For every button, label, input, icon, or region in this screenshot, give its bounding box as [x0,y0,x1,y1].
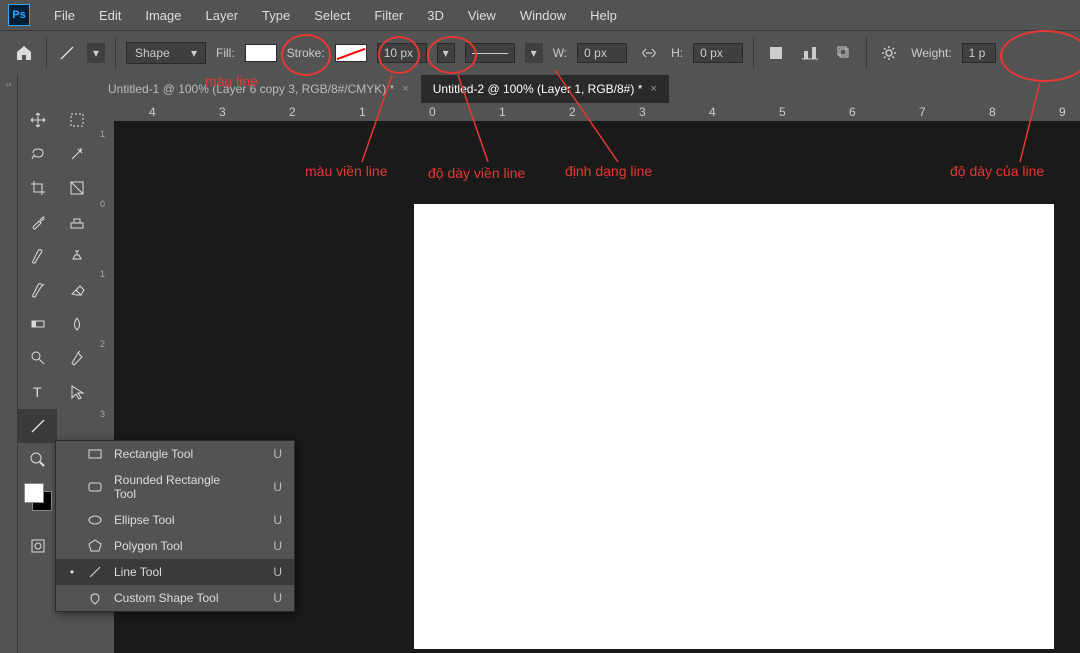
history-brush-tool[interactable] [18,273,57,307]
custom-shape-icon [86,591,104,605]
height-input[interactable] [693,43,743,63]
rounded-rectangle-tool-item[interactable]: Rounded Rectangle Tool U [56,467,294,507]
menu-select[interactable]: Select [314,8,350,23]
menu-file[interactable]: File [54,8,75,23]
menu-bar: Ps File Edit Image Layer Type Select Fil… [0,0,1080,30]
path-arrangement-icon[interactable] [832,41,856,65]
document-tabs: Untitled-1 @ 100% (Layer 6 copy 3, RGB/8… [96,75,1080,103]
eraser-tool[interactable] [57,273,96,307]
gear-icon[interactable] [877,41,901,65]
polygon-icon [86,539,104,553]
stroke-style-dropdown[interactable]: ▾ [525,43,543,63]
stroke-width-dropdown[interactable]: ▾ [437,43,455,63]
horizontal-ruler: 4 3 2 1 0 1 2 3 4 5 6 7 8 9 [96,103,1080,121]
healing-brush-tool[interactable] [57,205,96,239]
ellipse-tool-item[interactable]: Ellipse Tool U [56,507,294,533]
path-selection-tool[interactable] [57,375,96,409]
dodge-tool[interactable] [18,341,57,375]
shape-mode-select[interactable]: Shape ▾ [126,42,206,64]
menu-window[interactable]: Window [520,8,566,23]
menu-edit[interactable]: Edit [99,8,121,23]
gradient-tool[interactable] [18,307,57,341]
line-tool-item[interactable]: • Line Tool U [56,559,294,585]
options-bar: ▾ Shape ▾ Fill: Stroke: ▾ ▾ W: H: Weight… [0,30,1080,75]
polygon-tool-item[interactable]: Polygon Tool U [56,533,294,559]
chevron-down-icon: ▾ [191,46,197,60]
rectangle-icon [86,447,104,461]
fill-swatch[interactable] [245,44,277,62]
menu-3d[interactable]: 3D [427,8,444,23]
foreground-background-swatches[interactable] [24,483,54,513]
line-icon [86,565,104,579]
expand-panels-bar: ‹‹ [0,75,18,653]
rounded-rect-icon [86,480,104,494]
width-input[interactable] [577,43,627,63]
weight-label: Weight: [911,46,951,60]
width-label: W: [553,46,567,60]
shape-mode-label: Shape [135,46,170,60]
tab-untitled-2[interactable]: Untitled-2 @ 100% (Layer 1, RGB/8#) * × [421,75,669,103]
quick-mask-tool[interactable] [18,529,57,563]
ellipse-icon [86,513,104,527]
fill-label: Fill: [216,46,235,60]
tab-label: Untitled-2 @ 100% (Layer 1, RGB/8#) * [433,82,643,96]
canvas[interactable] [414,204,1054,649]
stroke-swatch[interactable] [335,44,367,62]
tab-label: Untitled-1 @ 100% (Layer 6 copy 3, RGB/8… [108,82,394,96]
line-tool-icon [57,43,77,63]
stroke-label: Stroke: [287,46,325,60]
menu-layer[interactable]: Layer [206,8,239,23]
menu-view[interactable]: View [468,8,496,23]
menu-filter[interactable]: Filter [374,8,403,23]
height-label: H: [671,46,683,60]
photoshop-icon: Ps [8,4,30,26]
shape-tool[interactable] [18,409,57,443]
eyedropper-tool[interactable] [18,205,57,239]
type-tool[interactable]: T [18,375,57,409]
pen-tool[interactable] [57,341,96,375]
menu-type[interactable]: Type [262,8,290,23]
rectangle-tool-item[interactable]: Rectangle Tool U [56,441,294,467]
marquee-tool[interactable] [57,103,96,137]
move-tool[interactable] [18,103,57,137]
stroke-width-input[interactable] [377,43,427,63]
hand-tool[interactable] [57,409,96,443]
crop-tool[interactable] [18,171,57,205]
path-alignment-icon[interactable] [798,41,822,65]
custom-shape-tool-item[interactable]: Custom Shape Tool U [56,585,294,611]
clone-stamp-tool[interactable] [57,239,96,273]
tab-untitled-1[interactable]: Untitled-1 @ 100% (Layer 6 copy 3, RGB/8… [96,75,421,103]
tool-preset-dropdown[interactable]: ▾ [87,43,105,63]
slice-tool[interactable] [57,171,96,205]
path-operations-icon[interactable] [764,41,788,65]
magic-wand-tool[interactable] [57,137,96,171]
close-icon[interactable]: × [650,83,656,95]
link-icon[interactable] [637,45,661,61]
expand-button[interactable]: ‹‹ [0,75,17,93]
brush-tool[interactable] [18,239,57,273]
home-icon[interactable] [12,41,36,65]
menu-image[interactable]: Image [145,8,181,23]
zoom-tool[interactable] [18,443,57,477]
svg-text:T: T [33,384,42,400]
shape-tool-flyout: Rectangle Tool U Rounded Rectangle Tool … [55,440,295,612]
close-icon[interactable]: × [402,83,408,95]
foreground-swatch[interactable] [24,483,44,503]
weight-input[interactable] [962,43,996,63]
lasso-tool[interactable] [18,137,57,171]
menu-help[interactable]: Help [590,8,617,23]
stroke-style-select[interactable] [465,43,515,63]
blur-tool[interactable] [57,307,96,341]
